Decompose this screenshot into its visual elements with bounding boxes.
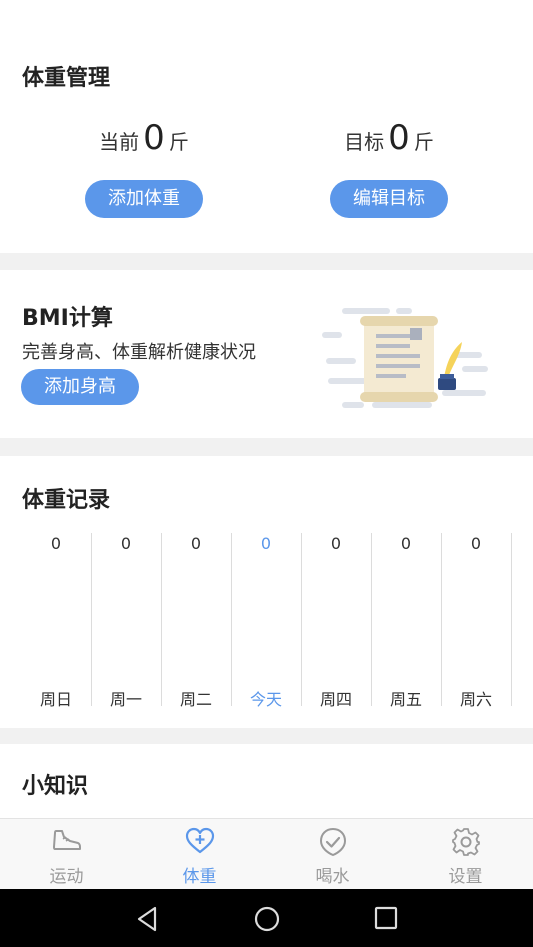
weight-title: 体重管理	[22, 66, 111, 91]
day-value: 0	[330, 534, 342, 553]
recents-icon[interactable]	[374, 906, 398, 930]
bottom-nav: 运动 体重 喝水 设置	[0, 818, 533, 890]
weight-card: 体重管理 当前 0 斤 目标 0 斤 添加体重 编辑目标	[0, 0, 533, 253]
current-weight-unit: 斤	[168, 130, 189, 154]
nav-item-water[interactable]: 喝水	[266, 819, 399, 890]
day-divider	[371, 533, 372, 706]
day-column[interactable]: 0 周四	[301, 534, 371, 710]
day-label: 今天	[249, 690, 282, 709]
nav-label: 设置	[448, 867, 483, 887]
back-icon[interactable]	[135, 906, 159, 932]
day-divider	[441, 533, 442, 706]
day-divider	[161, 533, 162, 706]
goal-weight: 目标 0 斤	[289, 118, 489, 158]
add-height-button[interactable]: 添加身高	[21, 369, 139, 405]
nav-item-exercise[interactable]: 运动	[0, 819, 133, 890]
home-icon[interactable]	[254, 906, 280, 932]
gear-icon	[451, 828, 480, 856]
heart-plus-icon	[185, 827, 214, 854]
day-label: 周一	[109, 690, 142, 709]
day-value: 0	[400, 534, 412, 553]
weight-record-card: 体重记录 0 周日 0 周一 0 周二 0 今天 0 周四 0 周五 0 周六	[0, 456, 533, 728]
day-value: 0	[260, 534, 272, 553]
tips-title: 小知识	[22, 774, 89, 799]
day-label: 周二	[179, 690, 212, 709]
goal-weight-value: 0	[388, 118, 410, 158]
check-drop-icon	[319, 827, 346, 857]
nav-label: 体重	[182, 867, 217, 887]
day-column-today[interactable]: 0 今天	[231, 534, 301, 710]
day-value: 0	[120, 534, 132, 553]
system-nav-bar	[0, 889, 533, 947]
day-divider	[511, 533, 512, 706]
day-column[interactable]: 0 周六	[441, 534, 511, 710]
day-divider	[231, 533, 232, 706]
add-weight-button[interactable]: 添加体重	[85, 180, 203, 218]
day-label: 周四	[319, 690, 352, 709]
day-column[interactable]: 0 周日	[21, 534, 91, 710]
current-weight: 当前 0 斤	[44, 118, 244, 158]
tips-card: 小知识	[0, 744, 533, 818]
day-value: 0	[190, 534, 202, 553]
day-column[interactable]: 0 周一	[91, 534, 161, 710]
nav-item-weight[interactable]: 体重	[133, 819, 266, 890]
record-title: 体重记录	[22, 488, 111, 513]
nav-label: 喝水	[315, 867, 350, 887]
goal-weight-label: 目标	[344, 130, 385, 154]
day-column[interactable]: 0 周二	[161, 534, 231, 710]
nav-item-settings[interactable]: 设置	[399, 819, 532, 890]
day-divider	[91, 533, 92, 706]
day-value: 0	[470, 534, 482, 553]
bmi-subtitle: 完善身高、体重解析健康状况	[22, 342, 256, 363]
edit-goal-button[interactable]: 编辑目标	[330, 180, 448, 218]
nav-label: 运动	[49, 867, 84, 887]
day-column[interactable]: 0 周五	[371, 534, 441, 710]
document-quill-illustration	[322, 308, 488, 408]
day-value: 0	[50, 534, 62, 553]
bmi-title: BMI计算	[22, 306, 113, 331]
goal-weight-unit: 斤	[413, 130, 434, 154]
day-label: 周日	[39, 690, 72, 709]
current-weight-value: 0	[143, 118, 165, 158]
day-label: 周五	[389, 690, 422, 709]
current-weight-label: 当前	[99, 130, 140, 154]
day-label: 周六	[459, 690, 492, 709]
sneaker-icon	[52, 830, 81, 850]
bmi-card: BMI计算 完善身高、体重解析健康状况 添加身高	[0, 270, 533, 438]
day-divider	[301, 533, 302, 706]
